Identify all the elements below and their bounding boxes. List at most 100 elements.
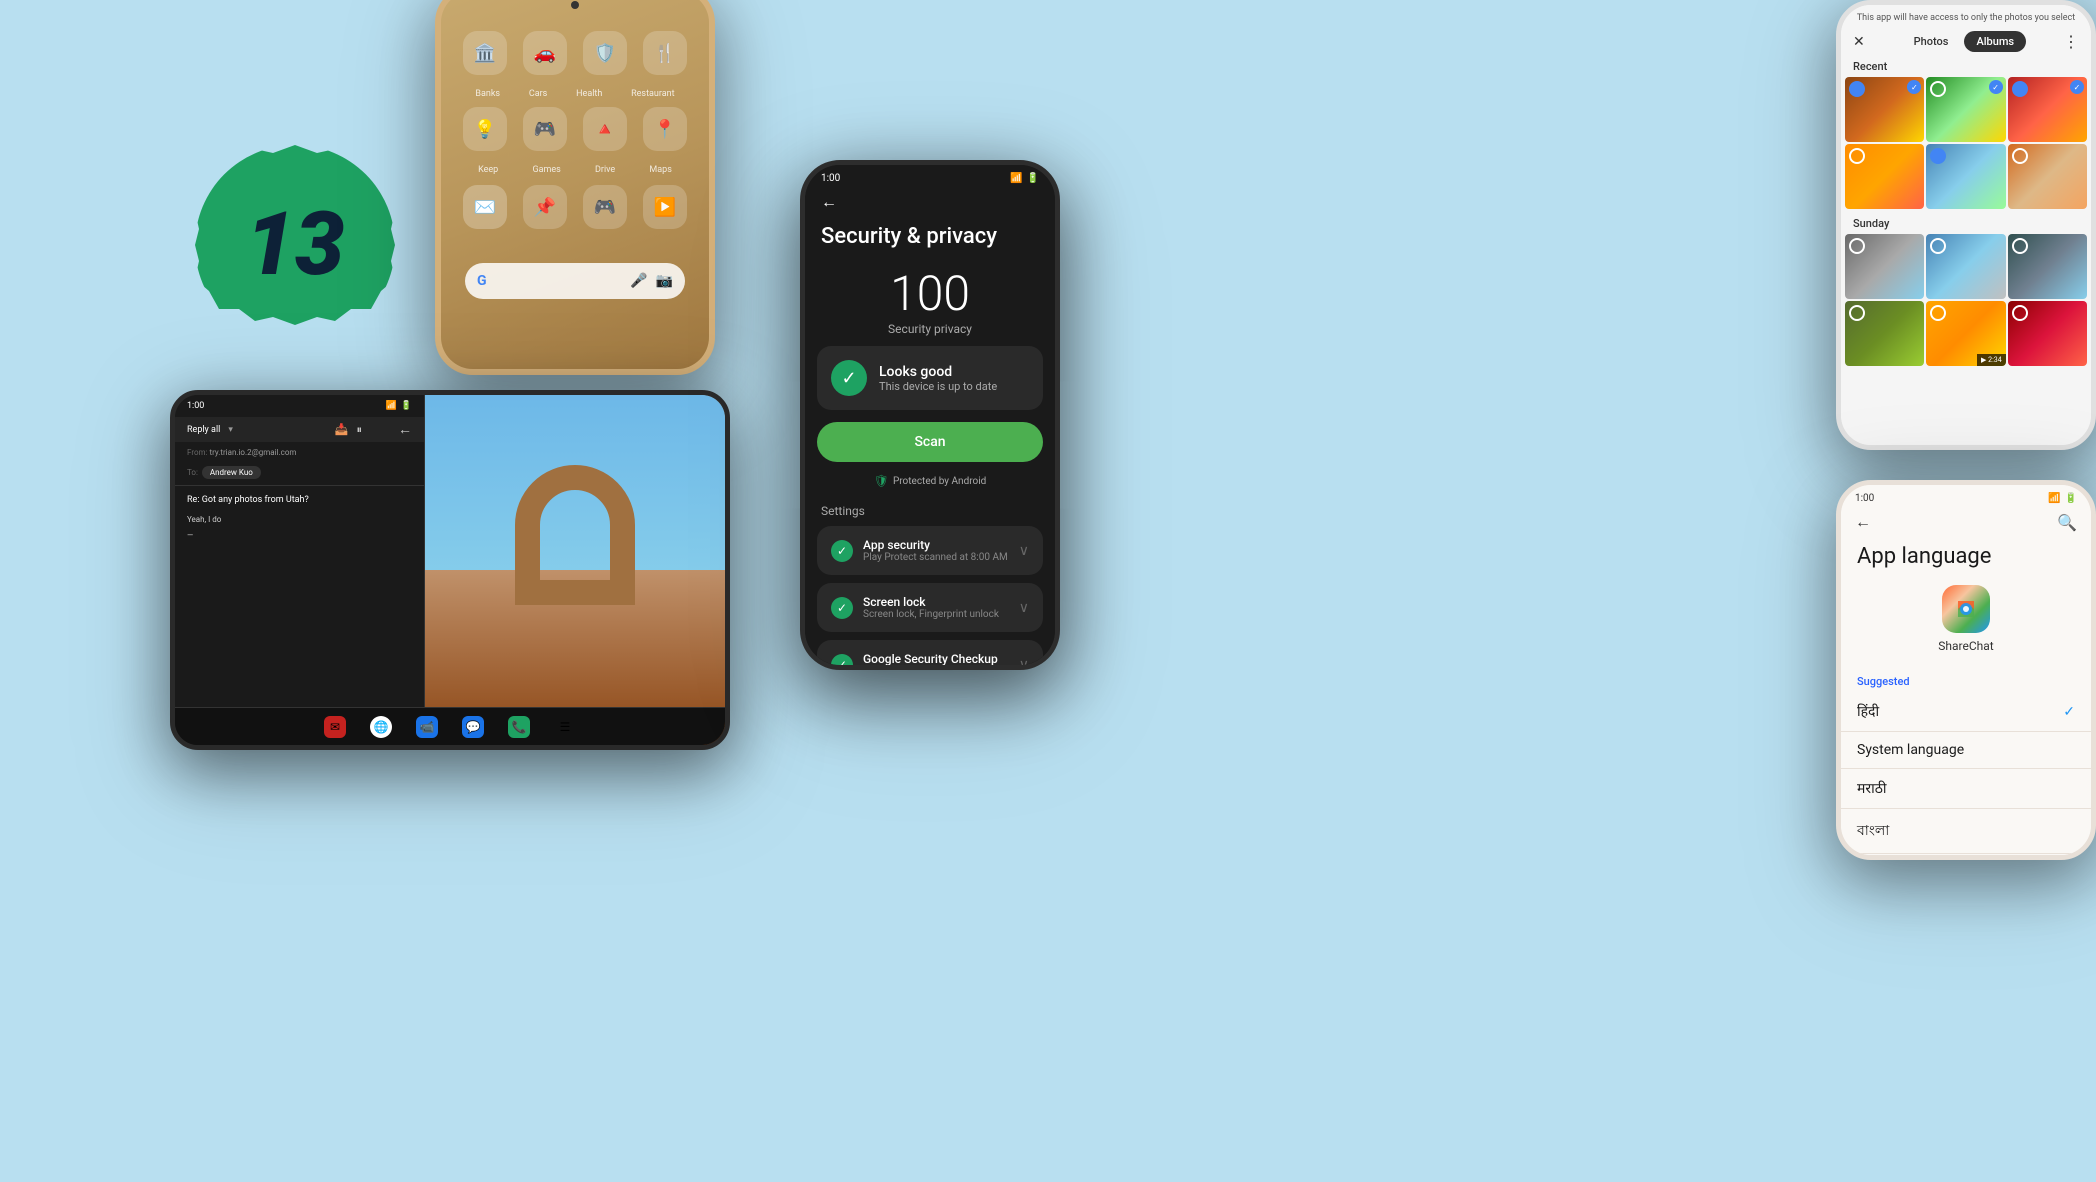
shield-icon: ✓ bbox=[831, 360, 867, 396]
battery-icon: 🔋 bbox=[401, 401, 412, 411]
photo-select-1[interactable] bbox=[1849, 81, 1865, 97]
app-icon-maps[interactable]: 📍 bbox=[643, 107, 687, 151]
app-icon-gmail[interactable]: ✉️ bbox=[463, 185, 507, 229]
photo-thumb-8[interactable] bbox=[1926, 234, 2005, 299]
google-security-item[interactable]: ✓ Google Security Checkup Your account i… bbox=[817, 640, 1043, 670]
security-frame: 1:00 📶 🔋 ← Security & privacy 100 Securi… bbox=[800, 160, 1060, 670]
photo-thumb-1[interactable]: ✓ bbox=[1845, 77, 1924, 142]
app-icon-shield[interactable]: 🛡️ bbox=[583, 31, 627, 75]
photos-toolbar: ✕ Photos Albums ⋮ bbox=[1841, 27, 2091, 56]
archive-icon[interactable]: 📥 bbox=[335, 423, 349, 436]
app-security-item[interactable]: ✓ App security Play Protect scanned at 8… bbox=[817, 526, 1043, 575]
app-icon-pin[interactable]: 📌 bbox=[523, 185, 567, 229]
language-screen: 1:00 📶 🔋 ← 🔍 App language bbox=[1841, 485, 2091, 855]
photo-thumb-11[interactable]: ▶ 2:34 bbox=[1926, 301, 2005, 366]
photos-grid-2 bbox=[1841, 144, 2091, 209]
up-to-date-text: This device is up to date bbox=[879, 380, 997, 393]
photo-thumb-2[interactable]: ✓ bbox=[1926, 77, 2005, 142]
tab-albums[interactable]: Albums bbox=[1964, 31, 2026, 52]
lang-item-bangla[interactable]: বাংলা bbox=[1841, 809, 2091, 854]
app-icon-drive[interactable]: 🔺 bbox=[583, 107, 627, 151]
app-icon-bulb[interactable]: 💡 bbox=[463, 107, 507, 151]
photo-thumb-7[interactable] bbox=[1845, 234, 1924, 299]
photo-select-11[interactable] bbox=[1930, 305, 1946, 321]
photo-thumb-9[interactable] bbox=[2008, 234, 2087, 299]
app-icon-food[interactable]: 🍴 bbox=[643, 31, 687, 75]
tablet-statusbar: 1:00 📶 🔋 bbox=[175, 395, 424, 417]
photo-thumb-5[interactable] bbox=[1926, 144, 2005, 209]
app-row-1: 🏛️ 🚗 🛡️ 🍴 bbox=[463, 31, 687, 75]
android13-badge: 13 bbox=[195, 145, 395, 345]
language-frame: 1:00 📶 🔋 ← 🔍 App language bbox=[1836, 480, 2096, 860]
signal-icon: 📶 bbox=[1010, 173, 1022, 184]
app-icon-youtube[interactable]: ▶️ bbox=[643, 185, 687, 229]
lang-back-icon[interactable]: ← bbox=[1855, 512, 1871, 532]
android13-logo: 13 bbox=[195, 145, 395, 345]
email-subject: Re: Got any photos from Utah? bbox=[187, 494, 412, 508]
photo-select-10[interactable] bbox=[1849, 305, 1865, 321]
google-g-icon: G bbox=[477, 273, 487, 289]
meet-app-icon[interactable]: 📹 bbox=[416, 716, 438, 738]
photo-thumb-4[interactable] bbox=[1845, 144, 1924, 209]
lens-icon[interactable]: 📷 bbox=[656, 273, 673, 289]
photo-select-4[interactable] bbox=[1849, 148, 1865, 164]
chrome-app-icon[interactable]: 🌐 bbox=[370, 716, 392, 738]
chat-app-icon[interactable]: 💬 bbox=[462, 716, 484, 738]
app-label-bank: Banks bbox=[475, 89, 500, 99]
photo-select-5[interactable] bbox=[1930, 148, 1946, 164]
photos-top-message: This app will have access to only the ph… bbox=[1841, 5, 2091, 27]
photos-screen: This app will have access to only the ph… bbox=[1841, 5, 2091, 445]
email-body-text: Yeah, I do bbox=[187, 514, 412, 526]
lang-item-hindi[interactable]: हिंदी ✓ bbox=[1841, 692, 2091, 732]
search-bar[interactable]: G 🎤 📷 bbox=[465, 263, 685, 299]
photo-select-6[interactable] bbox=[2012, 148, 2028, 164]
photo-select-8[interactable] bbox=[1930, 238, 1946, 254]
photo-select-2[interactable] bbox=[1930, 81, 1946, 97]
scan-button[interactable]: Scan bbox=[817, 422, 1043, 462]
settings-section-label: Settings bbox=[805, 500, 1055, 526]
photos-close-icon[interactable]: ✕ bbox=[1853, 34, 1865, 50]
tablet-frame: 1:00 📶 🔋 Reply all ▾ 📥 ⏸ ← From: try.tri… bbox=[170, 390, 730, 750]
screen-lock-info: Screen lock Screen lock, Fingerprint unl… bbox=[863, 595, 1009, 620]
video-overlay: ▶ 2:34 bbox=[1977, 354, 2006, 366]
google-security-icon: ✓ bbox=[831, 654, 853, 671]
photo-thumb-6[interactable] bbox=[2008, 144, 2087, 209]
pause-icon[interactable]: ⏸ bbox=[357, 423, 363, 437]
photo-thumb-3[interactable]: ✓ bbox=[2008, 77, 2087, 142]
android13-number: 13 bbox=[246, 201, 345, 289]
app-icon-game[interactable]: 🎮 bbox=[523, 107, 567, 151]
security-score-area: 100 Security privacy bbox=[805, 265, 1055, 336]
photo-select-9[interactable] bbox=[2012, 238, 2028, 254]
security-screen: 1:00 📶 🔋 ← Security & privacy 100 Securi… bbox=[805, 165, 1055, 665]
photos-more-icon[interactable]: ⋮ bbox=[2063, 32, 2079, 51]
select-check-3: ✓ bbox=[2070, 80, 2084, 94]
mic-icon[interactable]: 🎤 bbox=[630, 273, 647, 289]
app-icon-bank[interactable]: 🏛️ bbox=[463, 31, 507, 75]
photos-phone: This app will have access to only the ph… bbox=[1836, 0, 2096, 450]
photo-select-3[interactable] bbox=[2012, 81, 2028, 97]
app-row-2: 💡 🎮 🔺 📍 bbox=[463, 107, 687, 151]
photo-thumb-12[interactable] bbox=[2008, 301, 2087, 366]
arch-shape bbox=[515, 465, 635, 605]
reply-all-label[interactable]: Reply all bbox=[187, 425, 220, 435]
photo-select-12[interactable] bbox=[2012, 305, 2028, 321]
phone-app-icon[interactable]: 📞 bbox=[508, 716, 530, 738]
protected-text: 🛡 Protected by Android bbox=[805, 470, 1055, 500]
app-icon-car[interactable]: 🚗 bbox=[523, 31, 567, 75]
photos-grid-recent: ✓ ✓ ✓ bbox=[1841, 77, 2091, 142]
screen-lock-item[interactable]: ✓ Screen lock Screen lock, Fingerprint u… bbox=[817, 583, 1043, 632]
photo-thumb-10[interactable] bbox=[1845, 301, 1924, 366]
app-security-info: App security Play Protect scanned at 8:0… bbox=[863, 538, 1009, 563]
sec-back-button[interactable]: ← bbox=[805, 188, 1055, 216]
back-icon-tablet[interactable]: ← bbox=[398, 421, 412, 438]
photo-select-7[interactable] bbox=[1849, 238, 1865, 254]
gmail-app-icon[interactable]: ✉ bbox=[324, 716, 346, 738]
email-header: From: try.trian.io.2@gmail.com To: Andre… bbox=[175, 442, 424, 486]
lang-item-marathi[interactable]: मराठी bbox=[1841, 769, 2091, 809]
email-body: Re: Got any photos from Utah? Yeah, I do… bbox=[175, 486, 424, 550]
app-icon-emoji[interactable]: 🎮 bbox=[583, 185, 627, 229]
lang-search-icon[interactable]: 🔍 bbox=[2057, 513, 2077, 532]
tab-photos[interactable]: Photos bbox=[1902, 31, 1961, 52]
app-label-car: Cars bbox=[529, 89, 547, 99]
lang-item-system[interactable]: System language bbox=[1841, 732, 2091, 769]
